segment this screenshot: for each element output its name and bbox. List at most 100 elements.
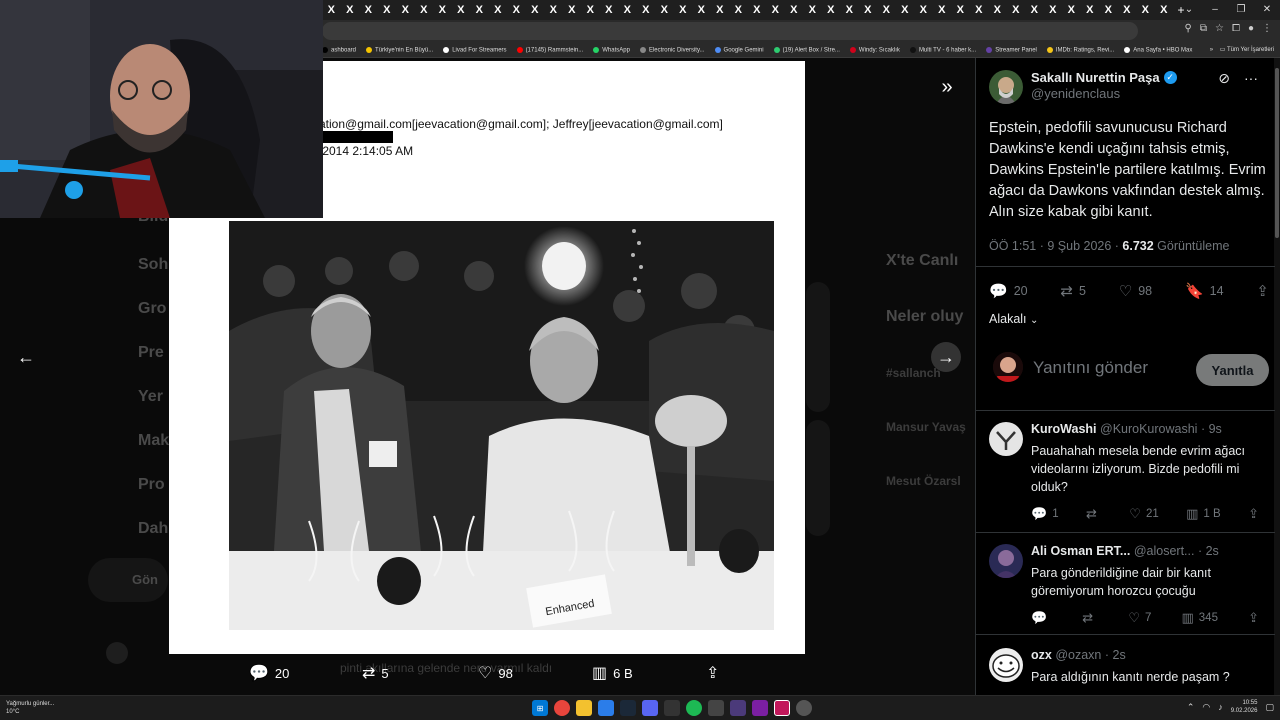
app-icon[interactable] — [796, 700, 812, 716]
bookmark-item[interactable]: IMDb: Ratings, Revi... — [1046, 46, 1114, 53]
bookmark-item[interactable]: Livad For Streamers — [443, 46, 507, 53]
browser-tab[interactable]: X — [1118, 4, 1137, 16]
bookmark-item[interactable]: Türkiye'nin En Büyü... — [366, 46, 433, 53]
share-button[interactable]: ⇪ — [1248, 610, 1259, 626]
weather-widget[interactable]: Yağmurlu günler... 10°C — [6, 700, 54, 716]
avatar[interactable] — [989, 648, 1023, 682]
author-handle[interactable]: @yenidenclaus — [1031, 86, 1177, 101]
reply-item[interactable]: KuroWashi @KuroKurowashi · 9s Pauahahah … — [976, 422, 1275, 532]
browser-tab[interactable]: X — [803, 4, 822, 16]
browser-tab[interactable]: X — [433, 4, 452, 16]
clock[interactable]: 10:55 9.02.2026 — [1231, 699, 1258, 715]
zoom-icon[interactable]: ⚲ — [1185, 23, 1192, 34]
star-icon[interactable]: ☆ — [1215, 23, 1224, 34]
reply-button[interactable]: 💬 20 — [989, 282, 1028, 300]
media-reply-button[interactable]: 💬 20 — [249, 663, 289, 683]
like-button[interactable]: ♡ 21 — [1129, 506, 1158, 522]
browser-tab[interactable]: X — [933, 4, 952, 16]
reply-composer[interactable]: Yanıtını gönder Yanıtla — [989, 348, 1269, 388]
share-button[interactable]: ⇪ — [1256, 282, 1269, 300]
browser-tab[interactable]: X — [988, 4, 1007, 16]
menu-icon[interactable]: ⋮ — [1262, 23, 1272, 34]
avatar[interactable] — [989, 70, 1023, 104]
spotify-icon[interactable] — [686, 700, 702, 716]
browser-tab[interactable]: X — [655, 4, 674, 16]
discord-icon[interactable] — [642, 700, 658, 716]
reply-author-name[interactable]: Ali Osman ERT... — [1031, 544, 1130, 558]
all-bookmarks-label[interactable]: Tüm Yer İşaretleri — [1227, 47, 1274, 53]
browser-tab[interactable]: X — [415, 4, 434, 16]
browser-tab[interactable]: X — [748, 4, 767, 16]
browser-tab[interactable]: X — [822, 4, 841, 16]
app-icon[interactable] — [752, 700, 768, 716]
browser-tab[interactable]: X — [1136, 4, 1155, 16]
app-icon[interactable] — [598, 700, 614, 716]
reply-item[interactable]: Ali Osman ERT... @alosert... · 2s Para g… — [976, 544, 1275, 634]
bookmark-item[interactable]: (19) Alert Box / Stre... — [773, 46, 840, 53]
views-button[interactable]: ▥ 1 B — [1186, 506, 1221, 522]
browser-tab[interactable]: X — [544, 4, 563, 16]
browser-tab[interactable]: X — [526, 4, 545, 16]
browser-tab[interactable]: X — [1099, 4, 1118, 16]
bookmark-item[interactable]: Windy: Sıcaklık — [849, 46, 900, 53]
more-options-icon[interactable]: ··· — [1244, 70, 1258, 87]
reply-time[interactable]: · 2s — [1198, 544, 1219, 558]
browser-tab[interactable]: X — [470, 4, 489, 16]
browser-tab[interactable]: X — [877, 4, 896, 16]
chrome-icon[interactable] — [554, 700, 570, 716]
volume-icon[interactable]: ♪ — [1218, 702, 1223, 712]
reply-submit-button[interactable]: Yanıtla — [1196, 354, 1269, 386]
all-bookmarks[interactable]: » ▭ Tüm Yer İşaretleri — [1210, 42, 1274, 58]
browser-tab[interactable]: X — [840, 4, 859, 16]
browser-tab[interactable]: X — [1007, 4, 1026, 16]
browser-tab[interactable]: X — [489, 4, 508, 16]
bookmark-item[interactable]: ashboard — [322, 46, 356, 53]
browser-tab[interactable]: X — [785, 4, 804, 16]
share-button[interactable]: ⇪ — [1248, 506, 1259, 522]
browser-tab[interactable]: X — [674, 4, 693, 16]
bookmark-item[interactable]: Electronic Diversity... — [639, 46, 705, 53]
maximize-icon[interactable]: ❐ — [1228, 0, 1254, 20]
browser-tab[interactable]: X — [396, 4, 415, 16]
views-button[interactable]: ▥ 345 — [1181, 610, 1217, 626]
repost-button[interactable]: ⇄ — [1086, 506, 1102, 522]
browser-tab[interactable]: X — [563, 4, 582, 16]
browser-tab[interactable]: X — [452, 4, 471, 16]
media-repost-button[interactable]: ⇄ 5 — [362, 663, 389, 683]
repost-button[interactable]: ⇄ — [1082, 610, 1098, 626]
reply-time[interactable]: · 2s — [1105, 648, 1126, 662]
bookmark-button[interactable]: 🔖 14 — [1185, 282, 1224, 300]
browser-tab[interactable]: X — [341, 4, 360, 16]
app-icon[interactable] — [730, 700, 746, 716]
browser-tab[interactable]: X — [618, 4, 637, 16]
reply-author-name[interactable]: KuroWashi — [1031, 422, 1097, 436]
repost-button[interactable]: ⇄ 5 — [1060, 282, 1086, 300]
browser-tab[interactable]: X — [1025, 4, 1044, 16]
avatar[interactable] — [989, 422, 1023, 456]
browser-tab[interactable]: X — [766, 4, 785, 16]
media-like-button[interactable]: ♡ 98 — [478, 663, 513, 683]
browser-tab[interactable]: X — [859, 4, 878, 16]
browser-tab[interactable]: X — [951, 4, 970, 16]
steam-icon[interactable] — [620, 700, 636, 716]
tweet-time[interactable]: ÖÖ 1:51 · 9 Şub 2026 · — [989, 239, 1122, 253]
chevron-down-icon[interactable]: ⌄ — [1176, 0, 1202, 20]
browser-tab[interactable]: X — [600, 4, 619, 16]
reply-author-handle[interactable]: @ozaxn — [1055, 648, 1101, 662]
author-name[interactable]: Sakallı Nurettin Paşa — [1031, 70, 1160, 85]
reply-author-handle[interactable]: @KuroKurowashi — [1100, 422, 1197, 436]
browser-tab[interactable]: X — [359, 4, 378, 16]
close-icon[interactable]: ✕ — [1254, 0, 1280, 20]
profile-icon[interactable]: ● — [1248, 23, 1254, 34]
bookmarks-more-icon[interactable]: » — [1210, 47, 1213, 53]
browser-tab[interactable]: X — [322, 4, 341, 16]
reply-author-handle[interactable]: @alosert... — [1134, 544, 1195, 558]
scroll-thumb[interactable] — [1275, 68, 1279, 238]
previous-media-button[interactable]: ← — [11, 342, 41, 372]
bookmark-item[interactable]: WhatsApp — [593, 46, 630, 53]
start-icon[interactable]: ⊞ — [532, 700, 548, 716]
app-icon[interactable] — [708, 700, 724, 716]
reply-input[interactable]: Yanıtını gönder — [1033, 358, 1148, 378]
collapse-panel-button[interactable]: » — [932, 72, 962, 102]
browser-tab[interactable]: X — [581, 4, 600, 16]
